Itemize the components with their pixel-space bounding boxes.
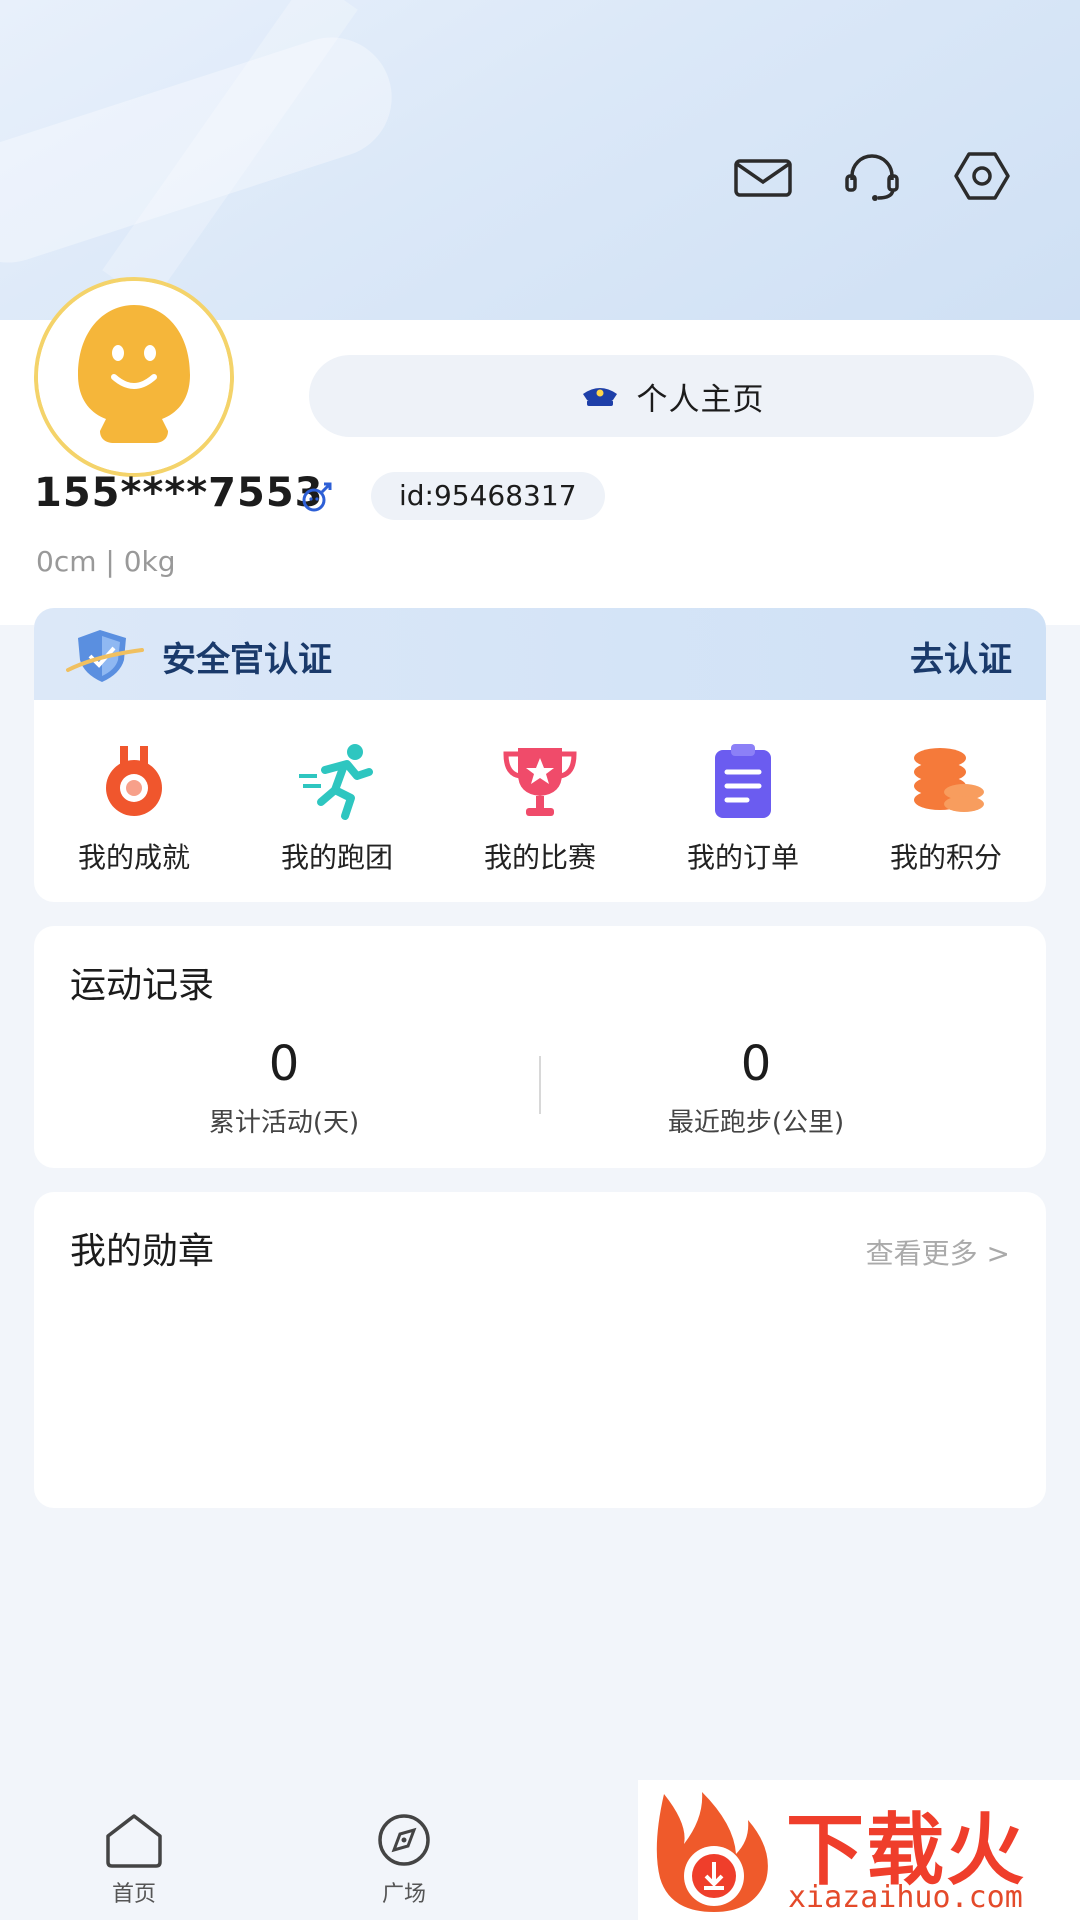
compass-icon [378,1814,430,1866]
go-certify-link[interactable]: 去认证 [910,632,1012,681]
certification-banner[interactable]: 安全官认证 去认证 [34,608,1046,700]
quick-link-points[interactable]: 我的积分 [846,740,1046,876]
view-more-link[interactable]: 查看更多 > [866,1232,1010,1272]
shield-icon [66,630,144,682]
stat-value: 0 [740,1036,772,1092]
headset-icon[interactable] [840,148,904,204]
flame-logo-icon [656,1792,768,1912]
stat-divider [539,1056,541,1114]
quick-link-running-club[interactable]: 我的跑团 [237,740,437,876]
stat-label: 最近跑步(公里) [667,1108,845,1138]
medals-title: 我的勋章 [70,1231,215,1272]
medal-icon [106,746,162,816]
quick-link-label: 我的比赛 [483,841,596,874]
user-phone: 155****7553 [34,470,324,516]
coins-icon [914,748,984,812]
stat-value: 0 [268,1036,300,1092]
trophy-icon [503,748,577,816]
quick-link-label: 我的跑团 [280,841,393,874]
settings-icon[interactable] [950,148,1014,204]
body-info: 0cm | 0kg [36,545,176,578]
watermark-logo: 下载火 xiazaihuo.com [638,1780,1080,1920]
watermark-url: xiazaihuo.com [788,1880,1023,1915]
medals-card: 我的勋章 查看更多 > [34,1192,1046,1508]
tab-label: 广场 [381,1882,426,1907]
sport-record-card: 运动记录 0 累计活动(天) 0 最近跑步(公里) [34,926,1046,1168]
mail-icon[interactable] [731,150,795,206]
avatar[interactable] [34,277,234,477]
police-cap-icon [582,388,617,406]
quick-link-competitions[interactable]: 我的比赛 [440,740,640,876]
gender-icon [302,482,332,512]
runner-icon [299,744,373,820]
quick-link-label: 我的订单 [686,841,799,874]
sport-record-title: 运动记录 [70,965,215,1006]
header-banner [0,0,1080,320]
certification-card: 安全官认证 去认证 我的成就 我的跑团 我的比赛 我的订单 我的积分 [34,608,1046,902]
stat-label: 累计活动(天) [208,1108,360,1138]
stat-total-activity[interactable]: 0 累计活动(天) [74,1036,494,1139]
tab-home[interactable]: 首页 [64,1812,204,1908]
quick-link-label: 我的成就 [77,841,190,874]
personal-homepage-label: 个人主页 [636,381,765,418]
tab-square[interactable]: 广场 [334,1812,474,1908]
quick-link-label: 我的积分 [889,841,1002,874]
certification-title: 安全官认证 [162,640,332,680]
user-id-badge: id:95468317 [371,472,605,520]
clipboard-icon [715,744,771,818]
tab-label: 首页 [111,1882,156,1907]
quick-link-orders[interactable]: 我的订单 [643,740,843,876]
stat-recent-running[interactable]: 0 最近跑步(公里) [546,1036,966,1139]
quick-link-achievements[interactable]: 我的成就 [34,740,234,876]
personal-homepage-button[interactable]: 个人主页 [309,355,1034,437]
home-icon [106,1814,162,1868]
